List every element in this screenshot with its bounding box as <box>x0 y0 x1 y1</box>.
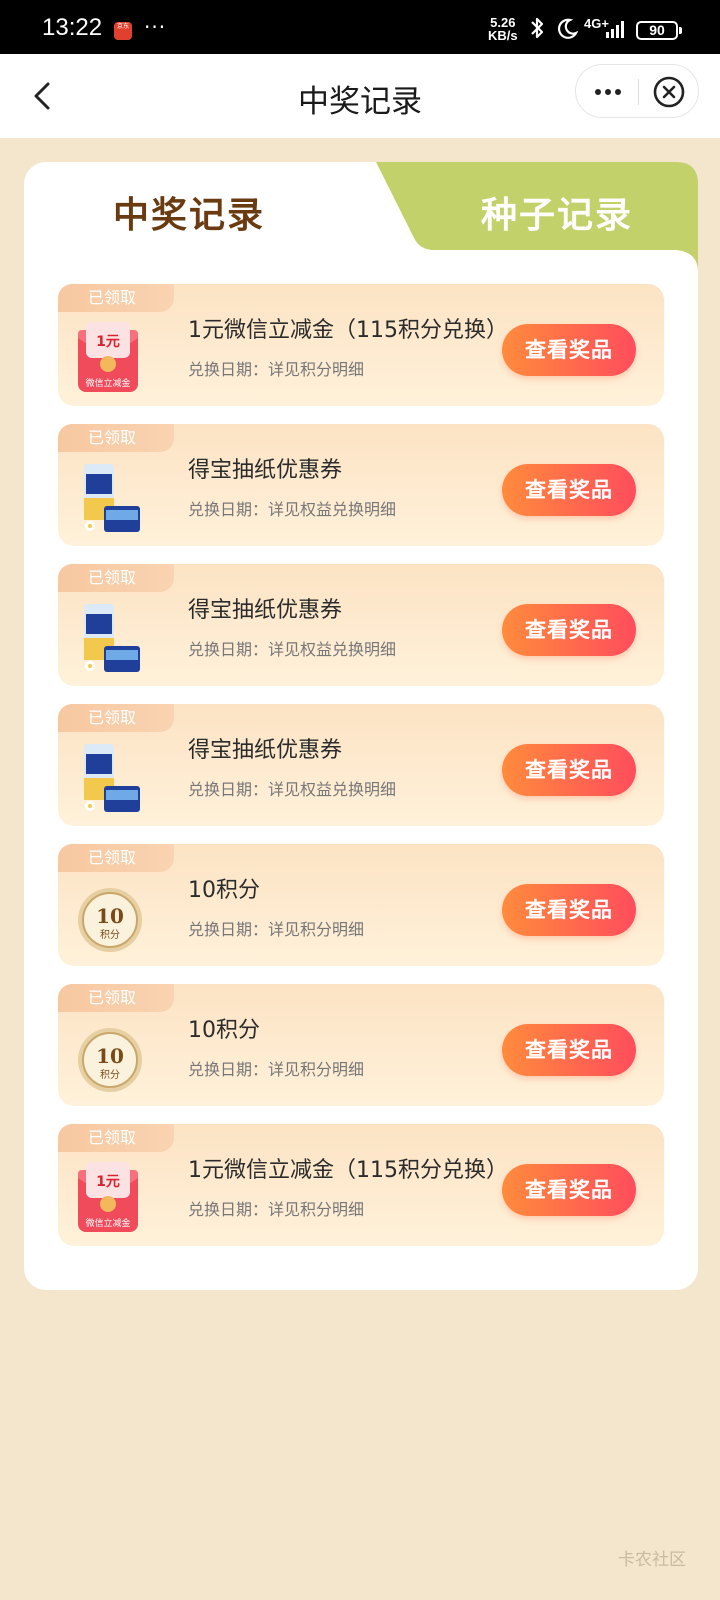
view-prize-button[interactable]: 查看奖品 <box>502 324 636 376</box>
prize-name: 1元微信立减金（115积分兑换） <box>188 318 508 343</box>
status-badge: 已领取 <box>58 704 174 732</box>
redeem-date: 兑换日期：详见权益兑换明细 <box>188 640 397 659</box>
status-badge: 已领取 <box>58 1124 174 1152</box>
status-badge: 已领取 <box>58 984 174 1012</box>
redeem-date: 兑换日期：详见权益兑换明细 <box>188 780 397 799</box>
red-packet-icon: 1元 微信立减金 <box>78 1162 138 1232</box>
tab-prize-records[interactable]: 中奖记录 <box>24 162 398 272</box>
list-item: 已领取 1元 微信立减金 1元微信立减金（115积分兑换） 兑换日期：详见积分明… <box>58 284 664 406</box>
tab-seed-records[interactable]: 种子记录 <box>376 162 698 272</box>
thumb-caption: 微信立减金 <box>85 1217 130 1229</box>
list-item: 已领取 10 积分 10积分 兑换日期：详见积分明细 查看奖品 <box>58 984 664 1106</box>
thumb-caption: 积分 <box>100 929 120 941</box>
redeem-date: 兑换日期：详见积分明细 <box>188 1060 365 1079</box>
thumb-amount: 10 <box>96 904 124 928</box>
view-prize-button[interactable]: 查看奖品 <box>502 744 636 796</box>
prize-name: 1元微信立减金（115积分兑换） <box>188 1158 508 1183</box>
app-notification-icon: 京东 <box>114 22 132 40</box>
list-item: 已领取 得宝抽纸优惠券 兑换日期：详见权益兑换明细 查看奖品 <box>58 564 664 686</box>
thumb-amount: 10 <box>96 1044 124 1068</box>
view-prize-button[interactable]: 查看奖品 <box>502 604 636 656</box>
close-icon[interactable] <box>652 75 686 109</box>
list-item: 已领取 得宝抽纸优惠券 兑换日期：详见权益兑换明细 查看奖品 <box>58 424 664 546</box>
thumb-caption: 微信立减金 <box>85 377 130 389</box>
view-prize-button[interactable]: 查看奖品 <box>502 1024 636 1076</box>
capsule-divider <box>638 79 639 105</box>
moon-icon <box>558 18 578 39</box>
prize-name: 10积分 <box>188 878 260 903</box>
watermark: 卡农社区 <box>618 1550 686 1570</box>
prize-name: 得宝抽纸优惠券 <box>188 458 343 483</box>
status-bar: 13:22 京东 ··· 5.26 KB/s 4G+ 90 <box>0 0 720 54</box>
prize-name: 得宝抽纸优惠券 <box>188 598 343 623</box>
view-prize-button[interactable]: 查看奖品 <box>502 464 636 516</box>
list-item: 已领取 1元 微信立减金 1元微信立减金（115积分兑换） 兑换日期：详见积分明… <box>58 1124 664 1246</box>
signal-icon <box>606 21 624 38</box>
status-time: 13:22 <box>42 14 103 41</box>
thumb-amount: 1元 <box>96 334 120 350</box>
battery-indicator: 90 <box>636 21 682 40</box>
status-badge: 已领取 <box>58 844 174 872</box>
redeem-date: 兑换日期：详见积分明细 <box>188 1200 365 1219</box>
redeem-date: 兑换日期：详见积分明细 <box>188 920 365 939</box>
thumb-amount: 1元 <box>96 1174 120 1190</box>
network-speed-unit: KB/s <box>488 28 518 43</box>
points-coin-icon: 10 积分 <box>78 888 142 952</box>
red-packet-icon: 1元 微信立减金 <box>78 322 138 392</box>
prize-name: 10积分 <box>188 1018 260 1043</box>
tab-prize-records-label: 中奖记录 <box>112 195 265 236</box>
status-badge: 已领取 <box>58 424 174 452</box>
list-item: 已领取 得宝抽纸优惠券 兑换日期：详见权益兑换明细 查看奖品 <box>58 704 664 826</box>
list-item: 已领取 10 积分 10积分 兑换日期：详见积分明细 查看奖品 <box>58 844 664 966</box>
status-badge: 已领取 <box>58 564 174 592</box>
tab-bar: 种子记录 中奖记录 <box>24 162 698 272</box>
mini-program-capsule <box>575 64 699 118</box>
nav-bar: 中奖记录 <box>0 54 720 138</box>
redeem-date: 兑换日期：详见权益兑换明细 <box>188 500 397 519</box>
tissue-pack-icon <box>84 464 140 532</box>
bluetooth-icon <box>531 17 544 39</box>
tissue-pack-icon <box>84 604 140 672</box>
tissue-pack-icon <box>84 744 140 812</box>
network-speed: 5.26 KB/s <box>488 16 518 42</box>
thumb-caption: 积分 <box>100 1069 120 1081</box>
prize-name: 得宝抽纸优惠券 <box>188 738 343 763</box>
view-prize-button[interactable]: 查看奖品 <box>502 1164 636 1216</box>
points-coin-icon: 10 积分 <box>78 1028 142 1092</box>
more-notifications-icon: ··· <box>144 15 167 39</box>
tab-seed-records-label: 种子记录 <box>480 195 633 236</box>
more-icon[interactable] <box>590 75 626 109</box>
view-prize-button[interactable]: 查看奖品 <box>502 884 636 936</box>
status-badge: 已领取 <box>58 284 174 312</box>
redeem-date: 兑换日期：详见积分明细 <box>188 360 365 379</box>
